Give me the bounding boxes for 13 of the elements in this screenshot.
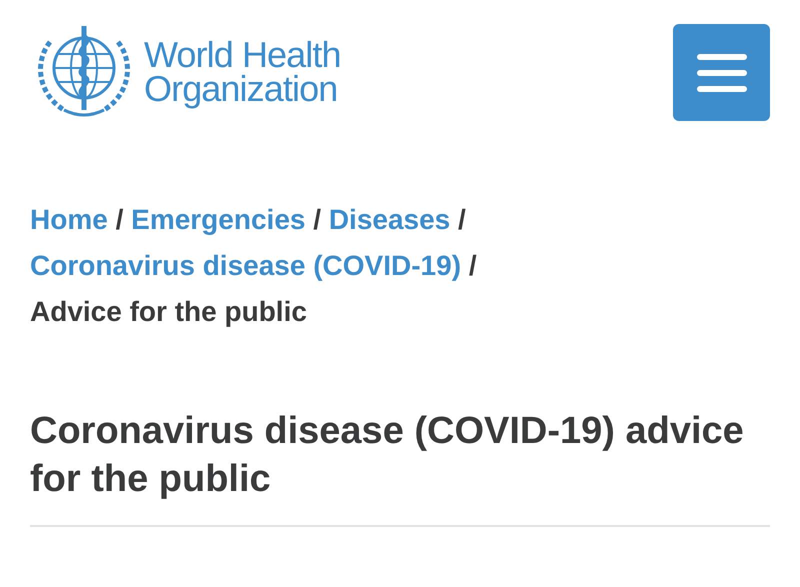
breadcrumb-link[interactable]: Emergencies [131,204,306,235]
logo-text: Organization [144,72,338,106]
breadcrumb-separator: / [458,204,466,235]
page-title: Coronavirus disease (COVID-19) advice for the public [30,409,745,502]
breadcrumb-link[interactable]: Home [30,204,108,235]
menu-button[interactable] [673,24,770,121]
logo-text: World Health [144,38,341,72]
breadcrumb-link[interactable]: Coronavirus disease (COVID-19) [30,250,462,281]
breadcrumb-separator: / [313,204,322,235]
breadcrumb-separator: / [468,250,477,281]
breadcrumb-separator: / [116,204,124,235]
breadcrumb-link[interactable]: Diseases [328,204,450,235]
breadcrumb-current: Advice for the public [30,296,307,327]
